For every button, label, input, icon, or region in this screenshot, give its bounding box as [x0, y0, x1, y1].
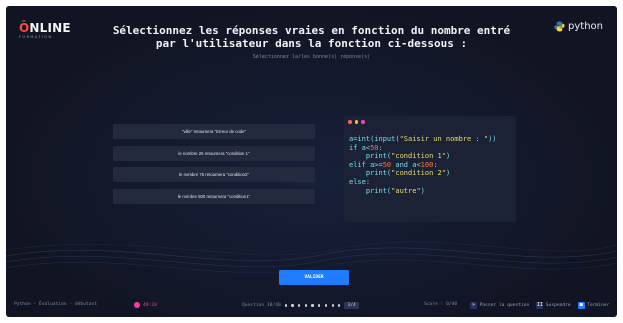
answer-option-3[interactable]: le nombre 75 retournera "condition2" — [113, 167, 315, 182]
progress-dot — [284, 304, 287, 307]
timer: 49:28 — [134, 302, 157, 308]
course-name: Python - Évaluation - débutant — [14, 302, 97, 307]
python-brand: python — [554, 21, 603, 32]
progress-dot — [324, 304, 328, 307]
online-formation-logo: ÔNLINE FORMATION — [19, 21, 71, 42]
footer-controls: » Passer la question II Suspendre ■ Term… — [463, 302, 609, 309]
answer-option-2[interactable]: le nombre 25 retournera "condition 1" — [113, 145, 315, 161]
red-dot-icon — [348, 120, 352, 124]
question-instruction: Sélectionnez la/les bonne(s) réponse(s) — [252, 54, 371, 60]
skip-question-button[interactable]: » Passer la question — [470, 302, 529, 309]
footer-bar: Python - Évaluation - débutant 49:28 Que… — [6, 295, 617, 317]
skip-icon: » — [470, 302, 477, 309]
logo-letter: Ô — [19, 21, 30, 35]
question-counter: Question 18/40 — [242, 303, 281, 308]
progress-dot — [311, 304, 314, 307]
quiz-window: ÔNLINE FORMATION python Sélectionnez les… — [6, 6, 617, 317]
question-title: Sélectionnez les réponses vraies en fonc… — [112, 24, 511, 50]
finish-button[interactable]: ■ Terminer — [577, 302, 610, 309]
suspend-label: Suspendre — [545, 303, 571, 308]
progress-dot — [304, 304, 307, 307]
answer-list: "ville" retournera "Erreur de code" le n… — [113, 124, 315, 210]
question-progress: Question 18/40 3/4 — [242, 302, 359, 309]
pause-icon: II — [536, 302, 544, 309]
code-snippet: a=int(input("Saisir un nombre : ")) if a… — [344, 116, 516, 222]
score: Score : 0/40 — [424, 302, 458, 307]
suspend-button[interactable]: II Suspendre — [536, 302, 571, 309]
python-label: python — [568, 21, 603, 32]
progress-dot — [318, 304, 321, 307]
stop-icon: ■ — [577, 302, 585, 309]
code-block: a=int(input("Saisir un nombre : ")) if a… — [349, 135, 497, 195]
progress-dot — [331, 304, 334, 307]
pink-dot-icon — [361, 120, 365, 124]
progress-dot — [338, 304, 341, 307]
timer-value: 49:28 — [143, 302, 157, 308]
window-dots — [348, 120, 365, 124]
progress-badge: 3/4 — [344, 302, 359, 309]
answer-option-4[interactable]: le nombre 500 retournera "condition1" — [113, 188, 315, 204]
timer-icon — [134, 302, 140, 308]
finish-label: Terminer — [587, 303, 610, 308]
logo-tagline: FORMATION — [19, 35, 53, 39]
progress-dot — [291, 304, 294, 307]
skip-label: Passer la question — [479, 303, 530, 308]
progress-dots — [284, 304, 341, 307]
answer-option-1[interactable]: "ville" retournera "Erreur de code" — [113, 124, 315, 139]
progress-dot — [298, 304, 301, 307]
validate-button[interactable]: VALIDER — [279, 270, 349, 285]
logo-text: NLINE — [29, 21, 71, 35]
python-logo-icon — [554, 21, 565, 32]
yellow-dot-icon — [354, 120, 359, 124]
